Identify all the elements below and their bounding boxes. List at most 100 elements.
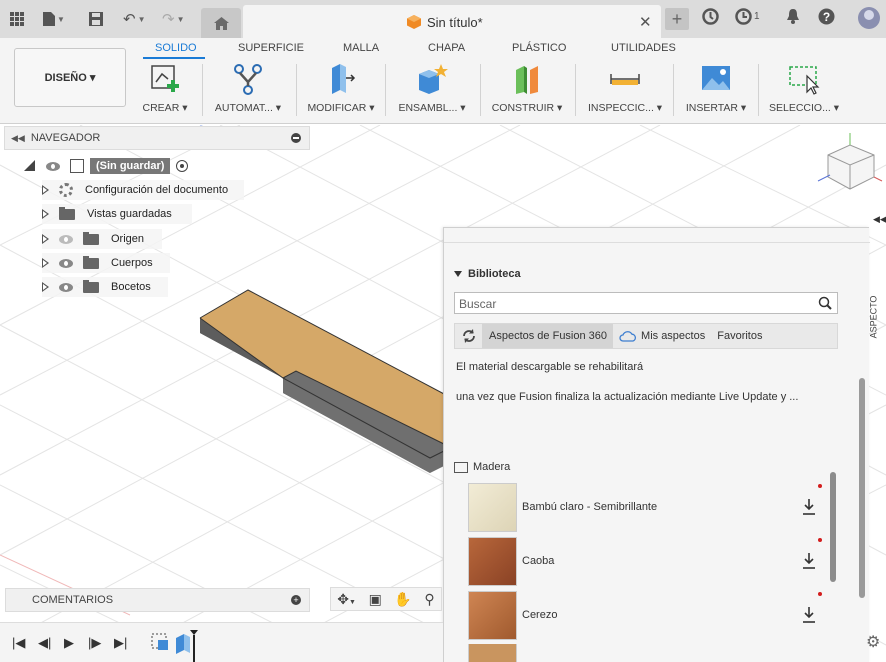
panel-scrollbar[interactable] — [859, 378, 865, 598]
construct-group[interactable]: CONSTRUIR ▾ — [487, 60, 567, 120]
automate-group[interactable]: AUTOMAT... ▾ — [208, 60, 288, 120]
expand-triangle-icon[interactable] — [42, 185, 49, 195]
pan-hand-icon[interactable]: ✋ — [394, 591, 411, 608]
zoom-icon[interactable]: ⚲ — [424, 591, 434, 608]
step-forward-icon[interactable]: |▶ — [88, 635, 101, 651]
tab-utilidades[interactable]: UTILIDADES — [611, 42, 676, 54]
minimize-icon[interactable] — [291, 133, 301, 143]
download-icon[interactable] — [802, 498, 816, 516]
navigator-header[interactable]: ◀◀ NAVEGADOR — [4, 126, 310, 150]
save-icon[interactable] — [89, 9, 103, 29]
look-at-icon[interactable]: ▣ — [369, 591, 382, 608]
redo-icon[interactable]: ↷ ▼ — [162, 9, 185, 29]
ribbon-divider — [575, 64, 576, 116]
tab-malla[interactable]: MALLA — [343, 42, 379, 54]
search-input[interactable]: Buscar — [454, 292, 838, 314]
title-bar: ▼ ↶ ▼ ↷ ▼ Sin título* ✕ + 1 ? — [0, 0, 886, 38]
tree-root[interactable]: (Sin guardar) — [24, 156, 189, 176]
sketch-feature-icon[interactable] — [150, 632, 170, 652]
close-tab-icon[interactable]: ✕ — [639, 13, 652, 31]
tab-my-appearances[interactable]: Mis aspectos — [613, 330, 711, 342]
home-tab[interactable] — [201, 8, 241, 38]
material-item[interactable]: Cerezo — [468, 590, 828, 640]
tab-solido[interactable]: SOLIDO — [155, 42, 197, 54]
expand-triangle-icon[interactable] — [42, 282, 49, 292]
notifications-icon[interactable] — [786, 8, 800, 24]
comments-bar[interactable]: COMENTARIOS + — [5, 588, 310, 612]
visibility-eye-icon[interactable] — [46, 161, 60, 171]
library-tabs: Aspectos de Fusion 360 Mis aspectos Favo… — [454, 323, 838, 349]
help-icon[interactable]: ? — [818, 8, 835, 25]
modify-icon — [332, 64, 356, 94]
extensions-icon[interactable] — [702, 8, 719, 25]
timeline-marker-icon[interactable] — [172, 628, 200, 662]
visibility-eye-icon[interactable] — [59, 258, 73, 268]
tree-item-saved-views[interactable]: Vistas guardadas — [42, 204, 192, 224]
list-scrollbar[interactable] — [830, 472, 836, 582]
create-group[interactable]: CREAR ▾ — [135, 60, 195, 120]
modify-group[interactable]: MODIFICAR ▾ — [303, 60, 379, 120]
tree-item-origin[interactable]: Origen — [42, 229, 162, 249]
step-back-icon[interactable]: ◀| — [38, 635, 51, 651]
expand-triangle-icon[interactable] — [42, 234, 49, 244]
folder-icon — [83, 255, 99, 269]
new-tab-button[interactable]: + — [665, 8, 689, 30]
activate-radio-icon[interactable] — [176, 160, 189, 172]
refresh-icon[interactable] — [455, 324, 483, 348]
tab-plastico[interactable]: PLÁSTICO — [512, 42, 566, 54]
tab-favorites[interactable]: Favoritos — [711, 330, 768, 342]
add-comment-icon[interactable]: + — [291, 595, 301, 605]
ribbon-divider — [385, 64, 386, 116]
download-icon[interactable] — [802, 606, 816, 624]
assemble-group[interactable]: ENSAMBL... ▾ — [392, 60, 472, 120]
material-item-partial[interactable] — [468, 644, 828, 662]
wood-body[interactable] — [199, 289, 447, 473]
search-icon[interactable] — [818, 296, 832, 310]
workspace-switcher[interactable]: DISEÑO ▾ — [14, 48, 126, 107]
insert-group[interactable]: INSERTAR ▾ — [680, 60, 752, 120]
job-status-icon[interactable]: 1 — [735, 8, 760, 25]
tab-label: Mis aspectos — [641, 330, 706, 342]
download-icon[interactable] — [802, 552, 816, 570]
category-label: Madera — [473, 461, 511, 473]
undo-icon[interactable]: ↶ ▼ — [123, 9, 146, 29]
orbit-icon[interactable]: ✥▼ — [337, 591, 356, 608]
library-section-header[interactable]: Biblioteca — [454, 268, 521, 280]
select-group[interactable]: SELECCIO... ▾ — [764, 60, 844, 120]
search-placeholder: Buscar — [459, 297, 497, 311]
ribbon-divider — [758, 64, 759, 116]
material-item[interactable]: Bambú claro - Semibrillante — [468, 482, 828, 532]
automate-label: AUTOMAT... ▾ — [214, 102, 282, 114]
tab-superficie[interactable]: SUPERFICIE — [238, 42, 304, 54]
file-menu-icon[interactable]: ▼ — [43, 9, 65, 29]
folder-icon — [83, 279, 99, 293]
expanded-triangle-icon[interactable] — [24, 160, 36, 172]
toolbar-ribbon: SOLIDO SUPERFICIE MALLA CHAPA PLÁSTICO U… — [0, 38, 886, 124]
collapse-right-icon[interactable]: ◀◀ — [873, 214, 886, 225]
visibility-eye-icon[interactable] — [59, 282, 73, 292]
hidden-eye-icon[interactable] — [59, 234, 73, 244]
category-madera[interactable]: Madera — [454, 461, 510, 473]
user-avatar[interactable] — [858, 7, 880, 29]
play-icon[interactable]: ▶ — [64, 635, 74, 651]
collapse-left-icon[interactable]: ◀◀ — [11, 133, 25, 144]
gear-icon[interactable]: ⚙ — [866, 632, 880, 652]
material-item[interactable]: Caoba — [468, 536, 828, 586]
inspect-group[interactable]: INSPECCIC... ▾ — [583, 60, 667, 120]
tab-fusion-appearances[interactable]: Aspectos de Fusion 360 — [483, 324, 614, 348]
tree-item-bodies[interactable]: Cuerpos — [42, 253, 170, 273]
home-icon — [213, 16, 229, 30]
expand-triangle-icon[interactable] — [42, 258, 49, 268]
tree-item-config[interactable]: Configuración del documento — [42, 180, 244, 200]
grid-menu-icon[interactable] — [10, 9, 24, 29]
expand-triangle-icon[interactable] — [42, 209, 49, 219]
go-to-start-icon[interactable]: |◀ — [12, 635, 25, 651]
tree-item-sketches[interactable]: Bocetos — [42, 277, 168, 297]
go-to-end-icon[interactable]: ▶| — [114, 635, 127, 651]
view-cube[interactable] — [817, 133, 883, 190]
tab-chapa[interactable]: CHAPA — [428, 42, 465, 54]
aspect-side-tab[interactable]: ASPECTO — [868, 290, 886, 350]
document-tab[interactable]: Sin título* ✕ — [243, 5, 661, 38]
comments-title: COMENTARIOS — [32, 594, 114, 606]
collapse-triangle-icon[interactable] — [454, 271, 462, 277]
